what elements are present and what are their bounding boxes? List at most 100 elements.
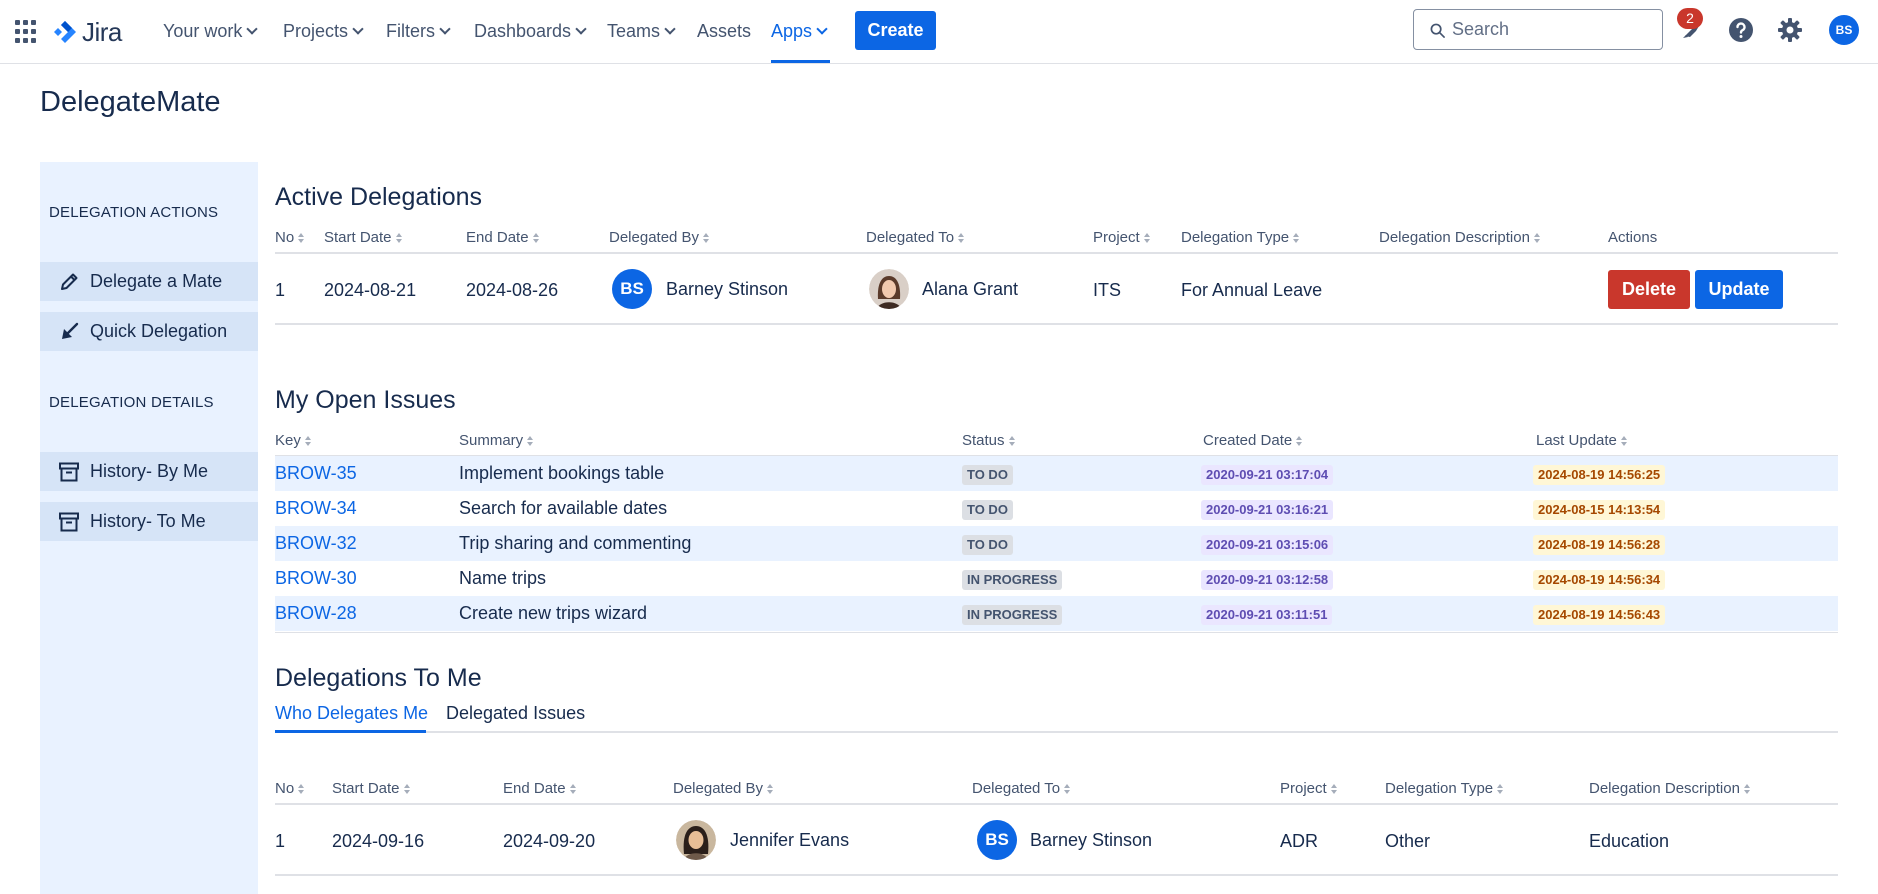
column-header-created-date[interactable]: Created Date (1203, 432, 1303, 449)
column-header-end-date[interactable]: End Date (503, 780, 576, 797)
column-header-start-date[interactable]: Start Date (324, 229, 402, 246)
search-icon (1430, 23, 1445, 38)
avatar: BS (612, 269, 652, 309)
user-avatar[interactable]: BS (1829, 15, 1859, 45)
app-switcher-icon[interactable] (15, 20, 39, 44)
column-header-status[interactable]: Status (962, 432, 1015, 449)
column-header-no[interactable]: No (275, 780, 305, 797)
table-divider (275, 632, 1838, 633)
jira-logo[interactable]: Jira (52, 17, 122, 47)
issue-key-link[interactable]: BROW-28 (275, 603, 357, 624)
column-header-start-date[interactable]: Start Date (332, 780, 410, 797)
cell-start-date: 2024-09-16 (332, 831, 425, 851)
sort-icon (395, 233, 402, 243)
column-header-delegated-by[interactable]: Delegated By (609, 229, 710, 246)
column-header-project[interactable]: Project (1093, 229, 1150, 246)
table-row[interactable]: BROW-35 Implement bookings table TO DO 2… (275, 456, 1838, 491)
tab-who-delegates-me[interactable]: Who Delegates Me (275, 703, 428, 724)
cell-no: 1 (275, 831, 286, 851)
sort-icon (1533, 233, 1540, 243)
sidebar-item-history-by-me[interactable]: History- By Me (40, 452, 258, 491)
settings-gear-icon[interactable] (1775, 15, 1805, 45)
column-header-delegation-type[interactable]: Delegation Type (1181, 229, 1300, 246)
sidebar-item-quick-delegation[interactable]: Quick Delegation (40, 312, 258, 351)
tab-divider (275, 731, 1838, 733)
search-box[interactable] (1413, 9, 1663, 50)
column-header-key[interactable]: Key (275, 432, 311, 449)
sidebar-item-label: Quick Delegation (90, 321, 228, 341)
create-button[interactable]: Create (855, 11, 936, 50)
search-input[interactable] (1452, 10, 1652, 49)
cell-delegated-to: Alana Grant (922, 279, 1019, 299)
sort-icon (958, 233, 965, 243)
sidebar-heading-details: DELEGATION DETAILS (49, 394, 214, 411)
sidebar-item-label: History- By Me (90, 461, 209, 481)
cell-end-date: 2024-08-26 (466, 280, 559, 300)
nav-dashboards[interactable]: Dashboards (474, 18, 587, 44)
chevron-down-icon (816, 23, 828, 35)
table-row[interactable]: BROW-32 Trip sharing and commenting TO D… (275, 526, 1838, 561)
column-header-project[interactable]: Project (1280, 780, 1337, 797)
nav-projects[interactable]: Projects (283, 18, 364, 44)
last-update-badge: 2024-08-19 14:56:28 (1533, 535, 1666, 555)
sidebar-item-delegate-a-mate[interactable]: Delegate a Mate (40, 262, 258, 301)
sort-icon (527, 436, 534, 446)
sidebar-item-history-to-me[interactable]: History- To Me (40, 502, 258, 541)
column-header-no[interactable]: No (275, 229, 305, 246)
nav-assets[interactable]: Assets (697, 18, 751, 44)
column-header-delegation-description[interactable]: Delegation Description (1589, 780, 1750, 797)
column-header-last-update[interactable]: Last Update (1536, 432, 1627, 449)
table-row[interactable]: BROW-28 Create new trips wizard IN PROGR… (275, 596, 1838, 631)
cell-delegation-type: Other (1385, 831, 1431, 851)
sort-icon (1620, 436, 1627, 446)
issue-key-link[interactable]: BROW-34 (275, 498, 357, 519)
tab-delegated-issues[interactable]: Delegated Issues (446, 703, 585, 724)
sort-icon (767, 784, 774, 794)
column-header-label: Delegation Type (1181, 229, 1290, 246)
column-header-end-date[interactable]: End Date (466, 229, 539, 246)
column-header-label: Created Date (1203, 432, 1293, 449)
issue-summary: Implement bookings table (459, 463, 665, 483)
notification-count-badge: 2 (1677, 8, 1703, 29)
table-row[interactable]: BROW-30 Name trips IN PROGRESS 2020-09-2… (275, 561, 1838, 596)
column-header-delegated-to[interactable]: Delegated To (972, 780, 1071, 797)
issue-summary: Create new trips wizard (459, 603, 648, 623)
column-header-label: Delegation Description (1379, 229, 1530, 246)
nav-filters[interactable]: Filters (386, 18, 451, 44)
issue-summary: Trip sharing and commenting (459, 533, 692, 553)
column-header-delegated-by[interactable]: Delegated By (673, 780, 774, 797)
update-button[interactable]: Update (1695, 270, 1783, 309)
arrow-down-left-icon (62, 322, 79, 339)
issue-key-link[interactable]: BROW-35 (275, 463, 357, 484)
help-icon[interactable] (1726, 15, 1756, 45)
sort-icon (298, 233, 305, 243)
nav-apps[interactable]: Apps (771, 18, 828, 44)
sidebar-item-label: Delegate a Mate (90, 271, 223, 291)
last-update-badge: 2024-08-19 14:56:43 (1533, 605, 1666, 625)
status-badge: IN PROGRESS (962, 570, 1063, 590)
nav-label: Projects (283, 21, 349, 41)
nav-teams[interactable]: Teams (607, 18, 676, 44)
created-date-badge: 2020-09-21 03:17:04 (1201, 465, 1334, 485)
sort-icon (1497, 784, 1504, 794)
status-badge: TO DO (962, 535, 1013, 555)
column-header-delegation-type[interactable]: Delegation Type (1385, 780, 1504, 797)
delete-button[interactable]: Delete (1608, 270, 1690, 309)
table-row[interactable]: BROW-34 Search for available dates TO DO… (275, 491, 1838, 526)
sort-icon (1143, 233, 1150, 243)
nav-label: Your work (163, 21, 243, 41)
avatar (869, 269, 909, 309)
top-navigation: Jira Your work Projects Filters Dashboar… (0, 0, 1878, 64)
nav-your-work[interactable]: Your work (163, 18, 259, 44)
issue-key-link[interactable]: BROW-32 (275, 533, 357, 554)
column-header-summary[interactable]: Summary (459, 432, 534, 449)
column-header-actions: Actions (1608, 229, 1658, 246)
jira-logo-icon (54, 21, 76, 43)
status-badge: TO DO (962, 465, 1013, 485)
active-tab-indicator (275, 730, 426, 733)
nav-label: Teams (607, 21, 661, 41)
avatar (676, 820, 716, 860)
column-header-delegated-to[interactable]: Delegated To (866, 229, 965, 246)
issue-key-link[interactable]: BROW-30 (275, 568, 357, 589)
column-header-delegation-description[interactable]: Delegation Description (1379, 229, 1540, 246)
